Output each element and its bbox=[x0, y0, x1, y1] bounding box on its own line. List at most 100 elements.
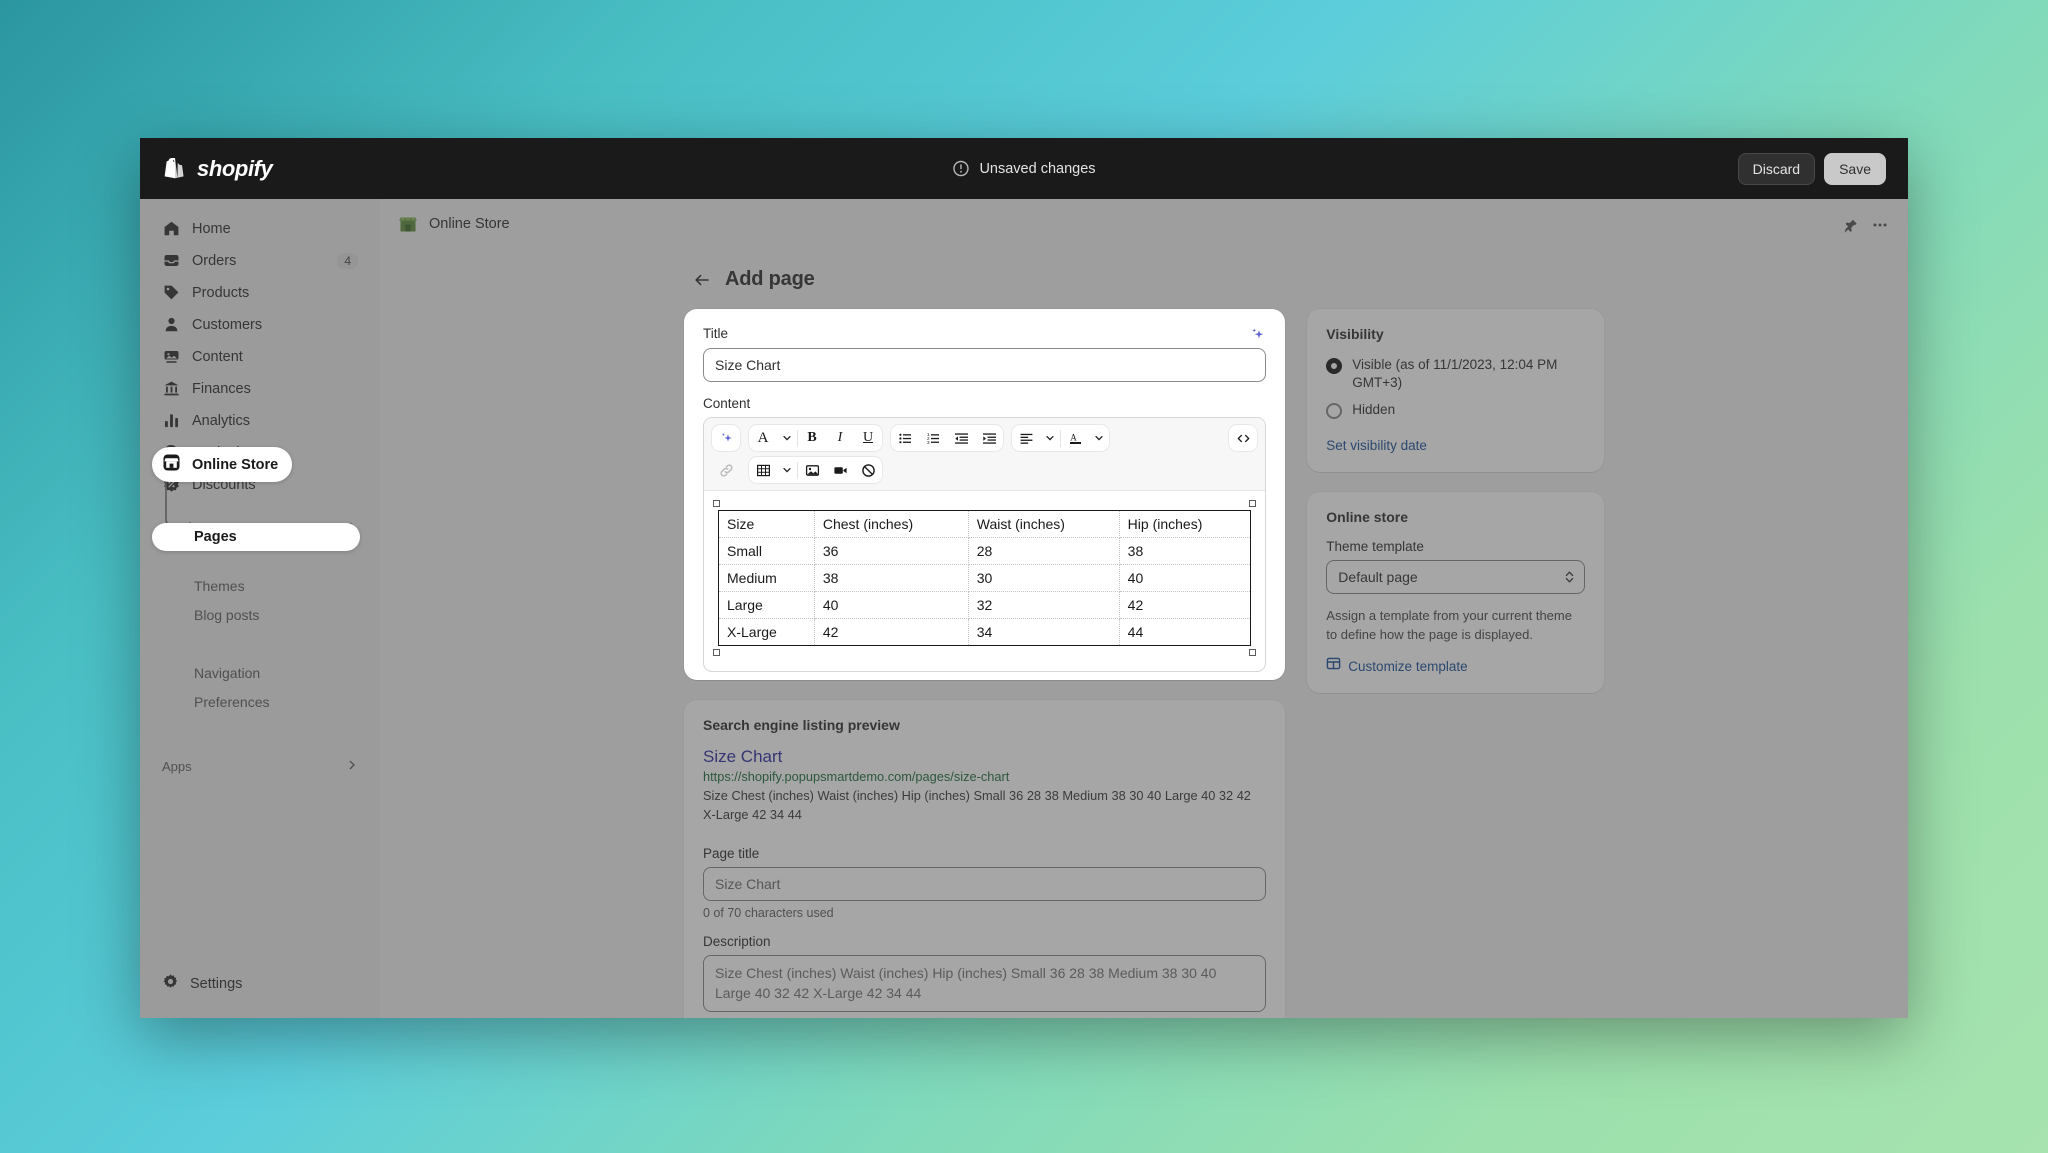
align-left-icon[interactable] bbox=[1012, 425, 1040, 451]
video-icon[interactable] bbox=[826, 457, 854, 483]
save-button[interactable]: Save bbox=[1824, 152, 1886, 185]
chevron-down-icon[interactable] bbox=[1040, 425, 1060, 451]
more-horizontal-icon[interactable] bbox=[1872, 217, 1888, 238]
sidebar-item-settings[interactable]: Settings bbox=[152, 967, 368, 1000]
product-tag-icon bbox=[162, 283, 181, 302]
table-handle-top-left[interactable] bbox=[713, 500, 720, 507]
sidebar-item-analytics[interactable]: Analytics bbox=[152, 405, 368, 436]
bulleted-list-icon[interactable] bbox=[891, 425, 919, 451]
table-row[interactable]: Medium 38 30 40 bbox=[718, 564, 1252, 592]
table-row[interactable]: Large 40 32 42 bbox=[718, 591, 1252, 619]
sidebar-apps-label: Apps bbox=[162, 759, 192, 774]
brand-logo[interactable]: shopify bbox=[162, 155, 392, 182]
chevron-down-icon[interactable] bbox=[777, 425, 797, 451]
sidebar: Home Orders 4 Products Customers Content… bbox=[140, 199, 380, 1018]
table-cell[interactable]: X-Large bbox=[718, 618, 815, 646]
table-cell[interactable]: Size bbox=[718, 510, 815, 538]
ai-sparkle-icon[interactable] bbox=[1249, 326, 1266, 348]
table-handle-top-right[interactable] bbox=[1249, 500, 1257, 507]
code-view-icon[interactable] bbox=[1229, 425, 1257, 451]
sidebar-item-pages-highlighted[interactable]: Pages bbox=[152, 523, 360, 551]
table-cell[interactable]: 44 bbox=[1118, 618, 1252, 646]
theme-template-select[interactable]: Default page bbox=[1326, 559, 1585, 594]
pin-icon[interactable] bbox=[1843, 218, 1858, 238]
table-cell[interactable]: 34 bbox=[967, 618, 1120, 646]
table-cell[interactable]: 30 bbox=[967, 564, 1120, 592]
sidebar-item-label: Home bbox=[192, 220, 231, 237]
toolbar-group-insert bbox=[749, 457, 882, 483]
header-right-actions bbox=[1843, 217, 1888, 238]
chevron-down-icon[interactable] bbox=[1089, 425, 1109, 451]
toolbar-group-ai bbox=[712, 425, 740, 451]
sidebar-item-blog-posts[interactable]: Blog posts bbox=[152, 601, 368, 629]
table-cell[interactable]: Medium bbox=[718, 564, 815, 592]
back-arrow-icon[interactable] bbox=[692, 270, 712, 290]
editor-content-area[interactable]: Size Chest (inches) Waist (inches) Hip (inc… bbox=[704, 491, 1265, 671]
sidebar-item-home[interactable]: Home bbox=[152, 213, 368, 244]
sidebar-item-content[interactable]: Content bbox=[152, 341, 368, 372]
indent-icon[interactable] bbox=[975, 425, 1003, 451]
page-scroll-area: Add page Title Size Chart Content A B I … bbox=[380, 234, 1908, 1018]
table-row[interactable]: X-Large 42 34 44 bbox=[718, 618, 1252, 646]
bank-icon bbox=[162, 379, 181, 398]
table-handle-bottom-left[interactable] bbox=[713, 649, 720, 656]
table-cell[interactable]: 38 bbox=[1118, 537, 1252, 565]
layout-template-icon bbox=[1326, 656, 1341, 676]
table-cell[interactable]: Waist (inches) bbox=[967, 510, 1120, 538]
page-columns: Title Content bbox=[684, 309, 1604, 1018]
sidebar-section-apps[interactable]: Apps bbox=[152, 752, 368, 778]
table-cell[interactable]: Small bbox=[718, 537, 815, 565]
underline-icon[interactable]: U bbox=[854, 425, 882, 451]
discard-button[interactable]: Discard bbox=[1737, 152, 1816, 185]
sidebar-item-themes[interactable]: Themes bbox=[152, 572, 368, 600]
seo-preview-title: Size Chart bbox=[703, 747, 783, 766]
sidebar-item-online-store-highlighted[interactable]: Online Store bbox=[152, 447, 293, 482]
table-cell[interactable]: 42 bbox=[1118, 591, 1252, 619]
sidebar-item-preferences[interactable]: Preferences bbox=[152, 688, 368, 716]
italic-icon[interactable]: I bbox=[826, 425, 854, 451]
sidebar-item-finances[interactable]: Finances bbox=[152, 373, 368, 404]
numbered-list-icon[interactable]: 123 bbox=[919, 425, 947, 451]
font-size-icon[interactable]: A bbox=[749, 425, 777, 451]
table-cell[interactable]: 40 bbox=[1118, 564, 1252, 592]
table-cell[interactable]: Large bbox=[718, 591, 815, 619]
table-cell[interactable]: 36 bbox=[813, 537, 969, 565]
table-cell[interactable]: 40 bbox=[813, 591, 969, 619]
bold-icon[interactable]: B bbox=[798, 425, 826, 451]
sidebar-item-products[interactable]: Products bbox=[152, 277, 368, 308]
customize-template-link[interactable]: Customize template bbox=[1326, 656, 1585, 676]
set-visibility-date-link[interactable]: Set visibility date bbox=[1326, 438, 1427, 453]
clear-formatting-icon[interactable] bbox=[854, 457, 882, 483]
page-title-input[interactable] bbox=[703, 867, 1267, 902]
visibility-option-visible[interactable]: Visible (as of 11/1/2023, 12:04 PM GMT+3… bbox=[1326, 356, 1585, 392]
sidebar-item-label: Finances bbox=[192, 380, 251, 397]
table-handle-bottom-right[interactable] bbox=[1249, 649, 1257, 656]
table-cell[interactable]: 38 bbox=[813, 564, 969, 592]
table-cell[interactable]: Chest (inches) bbox=[813, 510, 969, 538]
store-header: Online Store bbox=[380, 199, 1908, 234]
table-cell[interactable]: 32 bbox=[967, 591, 1120, 619]
text-color-icon[interactable]: A bbox=[1061, 425, 1089, 451]
image-icon[interactable] bbox=[798, 457, 826, 483]
table-icon[interactable] bbox=[749, 457, 777, 483]
chevron-down-icon[interactable] bbox=[777, 457, 797, 483]
outdent-icon[interactable] bbox=[947, 425, 975, 451]
radio-visible[interactable] bbox=[1326, 358, 1343, 374]
top-bar: shopify Unsaved changes Discard Save bbox=[140, 138, 1908, 199]
table-row[interactable]: Size Chest (inches) Waist (inches) Hip (inc… bbox=[718, 510, 1252, 538]
size-chart-table[interactable]: Size Chest (inches) Waist (inches) Hip (inc… bbox=[718, 510, 1252, 646]
table-cell[interactable]: Hip (inches) bbox=[1118, 510, 1252, 538]
sidebar-item-navigation[interactable]: Navigation bbox=[152, 659, 368, 687]
description-textarea[interactable] bbox=[703, 955, 1267, 1013]
ai-sparkle-icon[interactable] bbox=[712, 425, 740, 451]
sidebar-item-orders[interactable]: Orders 4 bbox=[152, 245, 368, 276]
topbar-actions: Discard Save bbox=[1737, 152, 1886, 185]
radio-hidden[interactable] bbox=[1326, 403, 1343, 420]
visibility-option-hidden[interactable]: Hidden bbox=[1326, 401, 1585, 420]
sidebar-item-customers[interactable]: Customers bbox=[152, 309, 368, 340]
title-input[interactable] bbox=[703, 348, 1267, 382]
brand-name: shopify bbox=[197, 155, 273, 181]
table-cell[interactable]: 42 bbox=[813, 618, 969, 646]
table-row[interactable]: Small 36 28 38 bbox=[718, 537, 1252, 565]
table-cell[interactable]: 28 bbox=[967, 537, 1120, 565]
